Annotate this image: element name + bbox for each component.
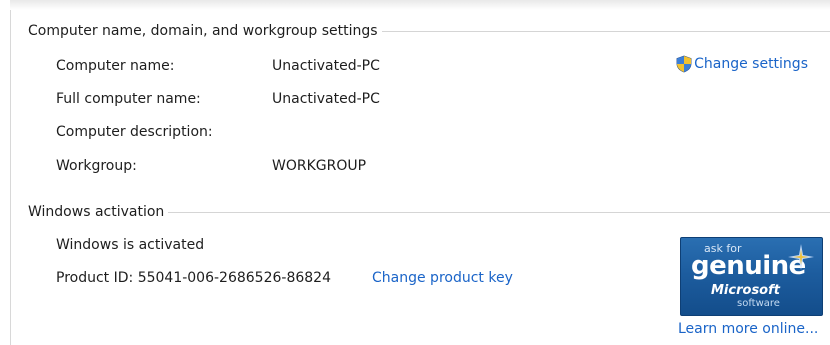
workgroup-label: Workgroup: — [56, 158, 137, 174]
change-settings-link[interactable]: Change settings — [675, 53, 808, 75]
computer-name-value: Unactivated-PC — [272, 58, 380, 74]
panel-top-shadow — [10, 0, 830, 10]
product-id-value: 55041-006-2686526-86824 — [137, 270, 331, 286]
computer-settings-header: Computer name, domain, and workgroup set… — [28, 20, 830, 42]
activation-status: Windows is activated — [56, 237, 205, 253]
full-computer-name-value: Unactivated-PC — [272, 91, 380, 107]
change-product-key-link[interactable]: Change product key — [372, 267, 513, 289]
learn-more-online-link[interactable]: Learn more online... — [678, 318, 818, 340]
badge-software-text: software — [737, 298, 780, 309]
star-icon — [788, 244, 814, 270]
product-id-label: Product ID: — [56, 270, 134, 286]
panel-left-border — [10, 0, 11, 345]
computer-description-row: Computer description: — [56, 121, 272, 143]
full-computer-name-label: Full computer name: — [56, 91, 201, 107]
workgroup-value: WORKGROUP — [272, 158, 367, 174]
genuine-microsoft-badge[interactable]: ask for genuine Microsoft software — [680, 237, 823, 316]
section-divider — [381, 30, 830, 32]
product-id-row: Product ID: 55041-006-2686526-86824 — [56, 267, 331, 289]
activation-title: Windows activation — [28, 204, 165, 220]
activation-section: Windows activation — [28, 201, 830, 223]
activation-header: Windows activation — [28, 201, 830, 223]
computer-name-label: Computer name: — [56, 58, 175, 74]
computer-settings-title: Computer name, domain, and workgroup set… — [28, 23, 378, 39]
section-divider — [168, 211, 830, 213]
computer-settings-section: Computer name, domain, and workgroup set… — [28, 20, 830, 42]
shield-icon — [676, 55, 692, 73]
badge-microsoft-text: Microsoft — [711, 283, 780, 298]
computer-name-row: Computer name: Unactivated-PC — [56, 55, 380, 77]
change-settings-label[interactable]: Change settings — [694, 53, 808, 75]
full-computer-name-row: Full computer name: Unactivated-PC — [56, 88, 380, 110]
workgroup-row: Workgroup: WORKGROUP — [56, 155, 366, 177]
activation-status-row: Windows is activated — [56, 234, 204, 256]
computer-description-label: Computer description: — [56, 124, 213, 140]
